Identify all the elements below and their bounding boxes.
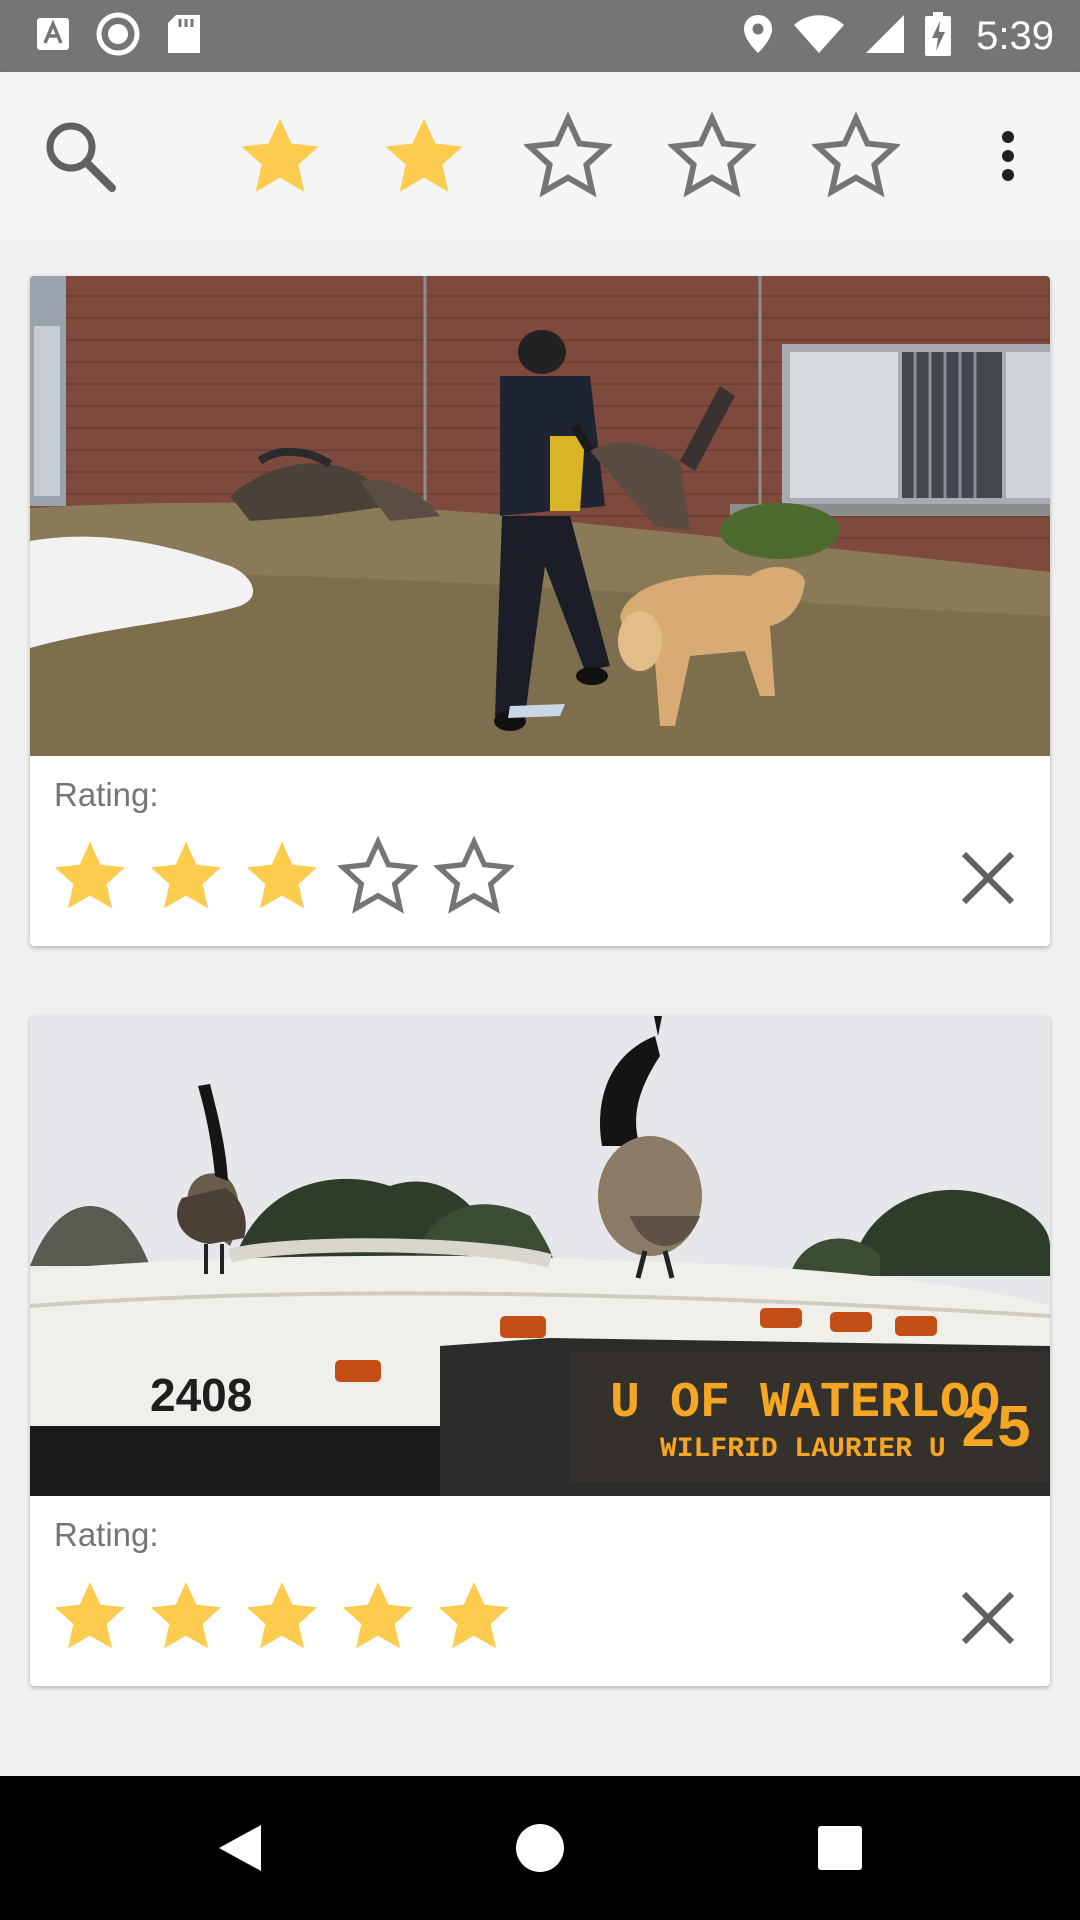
rating-label: Rating: (54, 1516, 159, 1553)
star-outline-icon[interactable] (812, 112, 900, 200)
status-bar: 5:39 (0, 0, 1080, 72)
more-vert-icon (1002, 131, 1014, 181)
home-icon (516, 1824, 564, 1872)
navigation-bar (0, 1776, 1080, 1920)
star-outline-icon[interactable] (524, 112, 612, 200)
location-icon (742, 13, 774, 60)
close-icon (961, 1591, 1015, 1645)
star-filled-icon[interactable] (146, 836, 226, 916)
star-filled-icon[interactable] (242, 836, 322, 916)
bus-number: 2408 (150, 1369, 252, 1421)
bus-sign-line2: WILFRID LAURIER U (660, 1434, 946, 1465)
star-outline-icon[interactable] (668, 112, 756, 200)
battery-charging-icon (924, 11, 952, 62)
search-button[interactable] (36, 112, 124, 200)
search-icon (46, 122, 116, 192)
image-card: 2408 U OF WATERLOO WILFRID LAURIER U 25 … (30, 1016, 1050, 1686)
recents-button[interactable] (800, 1808, 880, 1888)
sd-card-icon (166, 13, 202, 60)
wifi-icon (792, 13, 846, 60)
rating-filter (236, 112, 900, 200)
star-outline-icon[interactable] (434, 835, 514, 916)
rating-label: Rating: (54, 776, 159, 813)
rating-bar (50, 1576, 514, 1656)
signal-icon (864, 13, 906, 60)
close-icon (961, 851, 1015, 905)
star-filled-icon[interactable] (434, 1576, 514, 1656)
back-button[interactable] (200, 1808, 280, 1888)
star-filled-icon[interactable] (380, 112, 468, 200)
star-filled-icon[interactable] (50, 1576, 130, 1656)
delete-button[interactable] (946, 1576, 1030, 1660)
star-filled-icon[interactable] (146, 1576, 226, 1656)
circle-record-icon (96, 12, 140, 61)
delete-button[interactable] (946, 836, 1030, 920)
back-icon (219, 1825, 261, 1871)
rating-bar (50, 835, 514, 916)
photo-geese-bus[interactable]: 2408 U OF WATERLOO WILFRID LAURIER U 25 (30, 1016, 1050, 1496)
overflow-menu-button[interactable] (964, 112, 1052, 200)
image-list[interactable]: Rating: 2408 U OF WATERLOO WILFRID LAURI… (0, 240, 1080, 1776)
home-button[interactable] (500, 1808, 580, 1888)
photo-geese-dog[interactable] (30, 276, 1050, 756)
star-filled-icon[interactable] (338, 1576, 418, 1656)
toolbar (0, 72, 1080, 240)
star-filled-icon[interactable] (50, 836, 130, 916)
star-filled-icon[interactable] (242, 1576, 322, 1656)
star-filled-icon[interactable] (236, 112, 324, 200)
bus-sign-line1: U OF WATERLOO (610, 1375, 1000, 1432)
image-card: Rating: (30, 276, 1050, 946)
text-a-icon (36, 17, 70, 56)
star-outline-icon[interactable] (338, 835, 418, 916)
bus-route: 25 (960, 1397, 1032, 1465)
status-time: 5:39 (976, 13, 1054, 58)
recents-icon (818, 1826, 862, 1870)
